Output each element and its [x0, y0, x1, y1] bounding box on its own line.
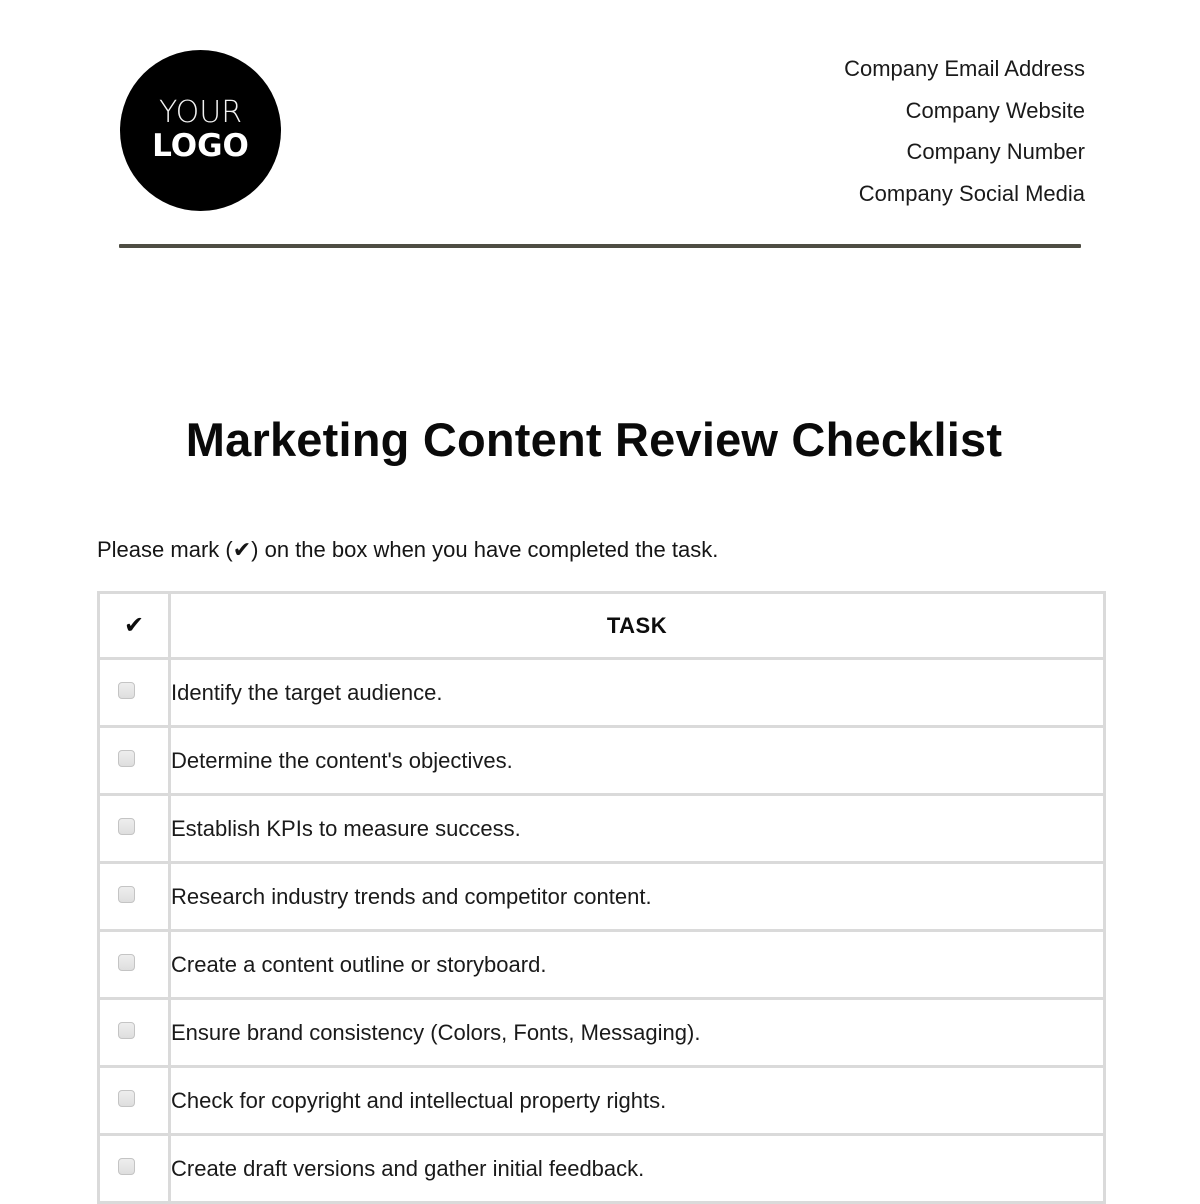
task-checkbox[interactable] [118, 886, 135, 903]
task-text: Ensure brand consistency (Colors, Fonts,… [171, 1000, 1106, 1068]
task-text: Check for copyright and intellectual pro… [171, 1068, 1106, 1136]
company-number: Company Number [906, 139, 1085, 165]
task-text: Identify the target audience. [171, 660, 1106, 728]
task-checkbox[interactable] [118, 1090, 135, 1107]
check-cell [100, 1000, 171, 1068]
task-text: Research industry trends and competitor … [171, 864, 1106, 932]
company-contact-info: Company Email Address Company Website Co… [844, 54, 1085, 221]
table-row: Identify the target audience. [100, 660, 1106, 728]
check-cell [100, 660, 171, 728]
table-row: Create a content outline or storyboard. [100, 932, 1106, 1000]
task-checkbox[interactable] [118, 682, 135, 699]
company-social-media: Company Social Media [858, 181, 1085, 207]
task-text: Create a content outline or storyboard. [171, 932, 1106, 1000]
task-checkbox[interactable] [118, 954, 135, 971]
table-row: Establish KPIs to measure success. [100, 796, 1106, 864]
checklist-body: Identify the target audience. Determine … [100, 660, 1106, 1204]
check-cell [100, 864, 171, 932]
check-cell [100, 728, 171, 796]
checklist-table: ✔ TASK Identify the target audience. Det… [97, 591, 1106, 1204]
document-header: YOUR LOGO Company Email Address Company … [0, 0, 1200, 260]
task-text: Establish KPIs to measure success. [171, 796, 1106, 864]
company-email: Company Email Address [844, 56, 1085, 81]
task-checkbox[interactable] [118, 818, 135, 835]
header-divider [119, 244, 1081, 248]
task-checkbox[interactable] [118, 1158, 135, 1175]
task-text: Determine the content's objectives. [171, 728, 1106, 796]
table-row: Create draft versions and gather initial… [100, 1136, 1106, 1204]
check-cell [100, 1136, 171, 1204]
checkmark-column-header: ✔ [100, 594, 171, 660]
table-row: Determine the content's objectives. [100, 728, 1106, 796]
logo-text-top: YOUR [158, 94, 243, 130]
company-logo: YOUR LOGO [120, 50, 281, 211]
table-header-row: ✔ TASK [100, 594, 1106, 660]
table-row: Ensure brand consistency (Colors, Fonts,… [100, 1000, 1106, 1068]
table-row: Check for copyright and intellectual pro… [100, 1068, 1106, 1136]
table-row: Research industry trends and competitor … [100, 864, 1106, 932]
task-checkbox[interactable] [118, 1022, 135, 1039]
instruction-text: Please mark (✔) on the box when you have… [97, 537, 719, 562]
checklist-table-container: ✔ TASK Identify the target audience. Det… [97, 591, 1106, 1204]
task-column-header: TASK [171, 594, 1106, 660]
logo-text-bottom: LOGO [152, 127, 249, 164]
check-cell [100, 796, 171, 864]
document-title: Marketing Content Review Checklist [185, 413, 1003, 466]
company-website: Company Website [905, 97, 1085, 123]
task-checkbox[interactable] [118, 750, 135, 767]
task-text: Create draft versions and gather initial… [171, 1136, 1106, 1204]
check-cell [100, 932, 171, 1000]
check-cell [100, 1068, 171, 1136]
